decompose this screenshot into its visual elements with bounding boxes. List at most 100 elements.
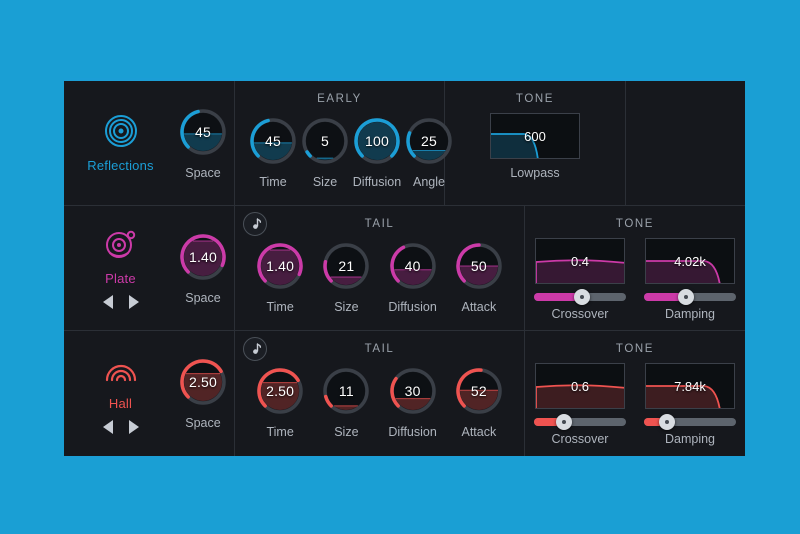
reverb-plugin-panel: Reflections 45 Space EARLY 45 Time 5 Size 100 Dif… bbox=[64, 78, 745, 459]
space-knob-wrap: 45 Space bbox=[177, 106, 229, 180]
knob-dial-diffusion[interactable]: 30 bbox=[387, 365, 439, 417]
filter-label: Crossover bbox=[551, 432, 609, 446]
music-note-icon bbox=[248, 217, 262, 231]
slider-handle[interactable] bbox=[556, 414, 573, 430]
curve-display-damping[interactable]: 4.02k bbox=[645, 238, 735, 284]
knob-dial-time[interactable]: 1.40 bbox=[254, 240, 306, 292]
curve-value: 4.02k bbox=[674, 253, 706, 269]
knob-time: 1.40 Time bbox=[254, 240, 306, 314]
slider-crossover[interactable] bbox=[534, 289, 626, 305]
filter-damping: 4.02k Damping bbox=[644, 238, 736, 321]
knob-value: 2.50 bbox=[188, 374, 218, 391]
knob-value: 1.40 bbox=[188, 249, 218, 265]
preset-column-reflections: Reflections 45 Space bbox=[64, 81, 235, 205]
tone-title: TONE bbox=[515, 93, 555, 105]
preset-name: Reflections bbox=[87, 157, 154, 173]
knob-label: Size bbox=[334, 300, 359, 314]
knob-label: Diffusion bbox=[352, 175, 402, 189]
knob-label: Size bbox=[312, 175, 338, 189]
knob-dial-space[interactable]: 2.50 bbox=[177, 356, 229, 408]
filter-damping: 7.84k Damping bbox=[644, 363, 736, 446]
tempo-sync-button[interactable] bbox=[243, 337, 267, 361]
knob-value: 11 bbox=[338, 383, 354, 399]
slider-damping[interactable] bbox=[644, 414, 736, 430]
filter-crossover: 0.6 Crossover bbox=[534, 363, 626, 446]
knob-value: 1.40 bbox=[266, 258, 295, 274]
empty-panel-area bbox=[625, 81, 745, 205]
knob-space: 2.50 Space bbox=[177, 356, 229, 430]
tone-controls: 600 Lowpass bbox=[445, 113, 625, 180]
preset-name: Hall bbox=[108, 396, 133, 412]
knob-dial-size[interactable]: 5 bbox=[299, 115, 351, 167]
slider-crossover[interactable] bbox=[534, 414, 626, 430]
filter-lowpass: 600 Lowpass bbox=[490, 113, 580, 180]
preset-prev-button[interactable] bbox=[102, 295, 113, 309]
knob-value: 5 bbox=[321, 133, 329, 149]
knob-group: 1.40 Time 21 Size 40 Diffusion 50 Attack bbox=[235, 240, 524, 314]
row-reflections: Reflections 45 Space EARLY 45 Time 5 Size 100 Dif… bbox=[64, 81, 745, 206]
knob-attack: 52 Attack bbox=[453, 365, 505, 439]
preset-next-button[interactable] bbox=[128, 295, 139, 309]
filter-label: Damping bbox=[664, 432, 716, 446]
knob-dial-diffusion[interactable]: 100 bbox=[351, 115, 403, 167]
knob-value: 50 bbox=[470, 258, 487, 274]
preset-next-button[interactable] bbox=[128, 420, 139, 435]
row-plate: Plate 1.40 Space TAIL 1.40 Time 21 Size 40 Diffus… bbox=[64, 206, 745, 331]
preset-prev-button[interactable] bbox=[102, 420, 113, 435]
knob-label: Attack bbox=[461, 425, 497, 439]
knob-dial-time[interactable]: 45 bbox=[247, 115, 299, 167]
knob-diffusion: 100 Diffusion bbox=[351, 115, 403, 189]
preset-selector-plate[interactable]: Plate bbox=[64, 206, 177, 330]
tone-section-hall: TONE 0.6 Crossover 7.84k Damping bbox=[525, 331, 745, 456]
knob-label: Space bbox=[185, 291, 221, 305]
curve-display-damping[interactable]: 7.84k bbox=[645, 363, 735, 409]
curve-display-lowpass[interactable]: 600 bbox=[490, 113, 580, 159]
knob-dial-size[interactable]: 21 bbox=[320, 240, 372, 292]
knob-space: 45 Space bbox=[177, 106, 229, 180]
curve-value: 0.4 bbox=[570, 253, 590, 269]
curve-value: 7.84k bbox=[674, 378, 706, 394]
knob-value: 52 bbox=[470, 383, 487, 399]
slider-damping[interactable] bbox=[644, 289, 736, 305]
preset-selector-hall[interactable]: Hall bbox=[64, 331, 177, 456]
knob-dial-space[interactable]: 45 bbox=[177, 106, 229, 158]
curve-display-crossover[interactable]: 0.4 bbox=[535, 238, 625, 284]
knob-dial-attack[interactable]: 50 bbox=[453, 240, 505, 292]
knob-value: 30 bbox=[404, 383, 421, 399]
knob-time: 45 Time bbox=[247, 115, 299, 189]
knob-label: Space bbox=[185, 166, 221, 180]
knob-attack: 50 Attack bbox=[453, 240, 505, 314]
knob-size: 11 Size bbox=[320, 365, 372, 439]
knob-value: 21 bbox=[338, 258, 355, 274]
knob-group: 45 Time 5 Size 100 Diffusion 25 Angle bbox=[235, 115, 452, 189]
tempo-sync-button[interactable] bbox=[243, 212, 267, 236]
knob-label: Time bbox=[266, 425, 294, 439]
curve-display-crossover[interactable]: 0.6 bbox=[535, 363, 625, 409]
knob-dial-size[interactable]: 11 bbox=[320, 365, 372, 417]
knob-dial-attack[interactable]: 52 bbox=[453, 365, 505, 417]
knob-label: Attack bbox=[461, 300, 497, 314]
slider-handle[interactable] bbox=[659, 414, 675, 430]
section-title: TAIL bbox=[364, 218, 395, 230]
knob-label: Diffusion bbox=[388, 300, 437, 314]
knob-time: 2.50 Time bbox=[254, 365, 306, 439]
knob-diffusion: 30 Diffusion bbox=[387, 365, 439, 439]
preset-selector-reflections[interactable]: Reflections bbox=[64, 81, 177, 205]
knob-dial-time[interactable]: 2.50 bbox=[254, 365, 306, 417]
knob-value: 2.50 bbox=[266, 383, 295, 399]
knob-group: 2.50 Time 11 Size 30 Diffusion 52 Attack bbox=[235, 365, 524, 439]
tone-section-plate: TONE 0.4 Crossover 4.02k Damping bbox=[525, 206, 745, 330]
knob-value: 100 bbox=[365, 133, 389, 149]
knob-space: 1.40 Space bbox=[177, 231, 229, 305]
knob-label: Angle bbox=[413, 175, 445, 189]
knob-value: 45 bbox=[195, 124, 211, 140]
section-early-reflections: EARLY 45 Time 5 Size 100 Diffusion 25 Angle bbox=[235, 81, 452, 205]
knob-dial-diffusion[interactable]: 40 bbox=[387, 240, 439, 292]
knob-label: Size bbox=[334, 425, 359, 439]
tone-section-reflections: TONE 600 Lowpass bbox=[445, 81, 625, 205]
slider-handle[interactable] bbox=[573, 289, 590, 305]
preset-arrows bbox=[102, 420, 139, 435]
knob-value: 45 bbox=[265, 133, 281, 149]
knob-dial-space[interactable]: 1.40 bbox=[177, 231, 229, 283]
slider-handle[interactable] bbox=[678, 289, 695, 305]
